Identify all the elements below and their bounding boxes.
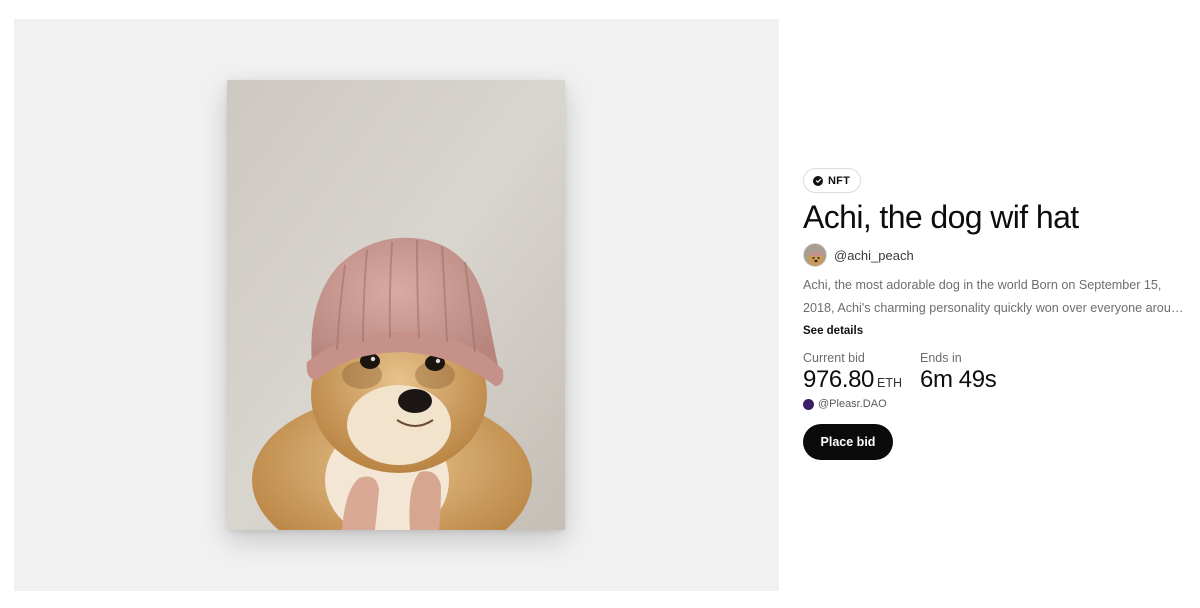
nft-title: Achi, the dog wif hat: [803, 199, 1079, 235]
nft-artwork-image[interactable]: [227, 80, 565, 530]
current-bid-value: 976.80: [803, 366, 875, 393]
nft-badge: NFT: [803, 168, 861, 193]
nft-description: Achi, the most adorable dog in the world…: [803, 274, 1187, 320]
bidder-handle[interactable]: @Pleasr.DAO: [818, 398, 887, 410]
creator-handle[interactable]: @achi_peach: [834, 248, 914, 263]
current-bid-label: Current bid: [803, 351, 865, 365]
ends-in-label: Ends in: [920, 351, 962, 365]
creator-profile[interactable]: @achi_peach: [803, 243, 914, 267]
see-details-link[interactable]: See details: [803, 325, 863, 337]
currency-unit: ETH: [877, 376, 903, 390]
current-bid-amount: 976.80 ETH: [803, 366, 902, 394]
bidder-avatar-icon: [803, 398, 814, 410]
description-line-2: 2018, Achi's charming personality quickl…: [803, 301, 1187, 315]
nft-badge-label: NFT: [828, 174, 850, 187]
creator-avatar[interactable]: [803, 243, 827, 267]
countdown-timer: 6m 49s: [920, 366, 997, 393]
media-panel: [14, 19, 779, 591]
check-circle-icon: [813, 175, 823, 186]
top-bidder[interactable]: @Pleasr.DAO: [803, 398, 887, 410]
place-bid-button[interactable]: Place bid: [803, 424, 893, 460]
description-line-1: Achi, the most adorable dog in the world…: [803, 278, 1162, 292]
